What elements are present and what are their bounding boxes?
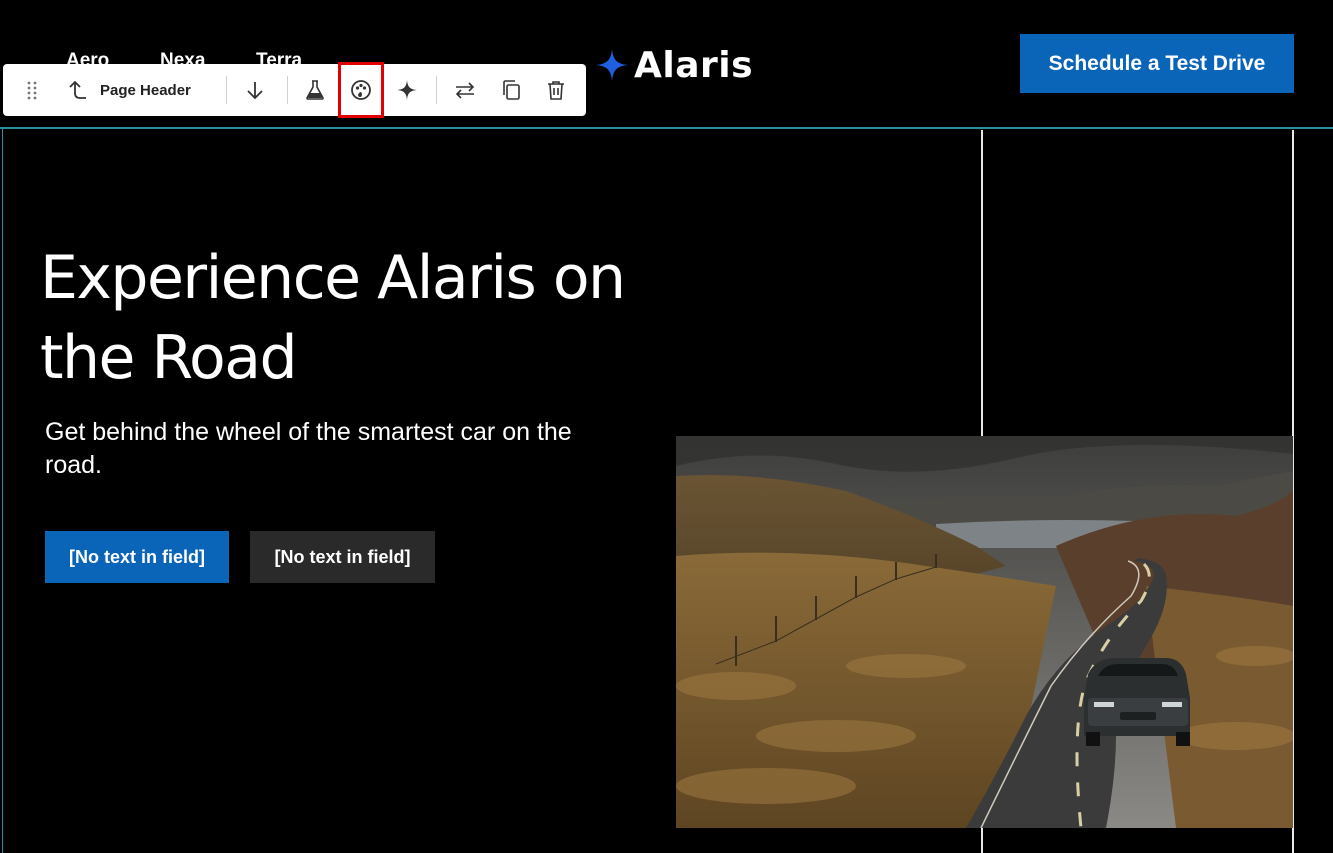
duplicate-button[interactable]	[491, 64, 531, 116]
brand-name: Alaris	[634, 44, 754, 86]
duplicate-icon	[503, 80, 520, 100]
component-toolbar: Page Header	[3, 64, 586, 116]
schedule-test-drive-button[interactable]: Schedule a Test Drive	[1020, 34, 1294, 93]
toolbar-separator	[436, 76, 437, 104]
style-button[interactable]	[341, 64, 381, 116]
style-palette-icon	[351, 80, 371, 100]
brand-logo[interactable]: Alaris	[594, 40, 753, 90]
hero-title: Experience Alaris on the Road	[40, 243, 626, 393]
road-landscape-image	[676, 436, 1293, 828]
component-name-label: Page Header	[100, 81, 191, 99]
hero-subtitle: Get behind the wheel of the smartest car…	[45, 418, 572, 479]
hero-primary-button[interactable]: [No text in field]	[45, 531, 229, 583]
drag-handle-icon[interactable]	[17, 64, 47, 116]
ai-assist-button[interactable]	[387, 64, 427, 116]
delete-button[interactable]	[536, 64, 576, 116]
test-button[interactable]	[295, 64, 335, 116]
selection-frame-edge	[2, 128, 3, 853]
ai-sparkle-icon	[397, 80, 417, 100]
select-parent-icon	[69, 80, 86, 99]
move-down-icon	[247, 82, 263, 100]
toolbar-separator	[287, 76, 288, 104]
swap-button[interactable]	[445, 64, 485, 116]
header-divider	[0, 127, 1333, 129]
swap-icon	[455, 82, 475, 99]
hero-secondary-button[interactable]: [No text in field]	[250, 531, 435, 583]
move-down-button[interactable]	[235, 64, 275, 116]
toolbar-separator	[226, 76, 227, 104]
select-parent-button[interactable]: Page Header	[58, 64, 208, 116]
hero-image	[676, 436, 1293, 828]
delete-icon	[548, 81, 564, 100]
star-logo-icon	[596, 49, 628, 81]
test-flask-icon	[306, 80, 324, 100]
